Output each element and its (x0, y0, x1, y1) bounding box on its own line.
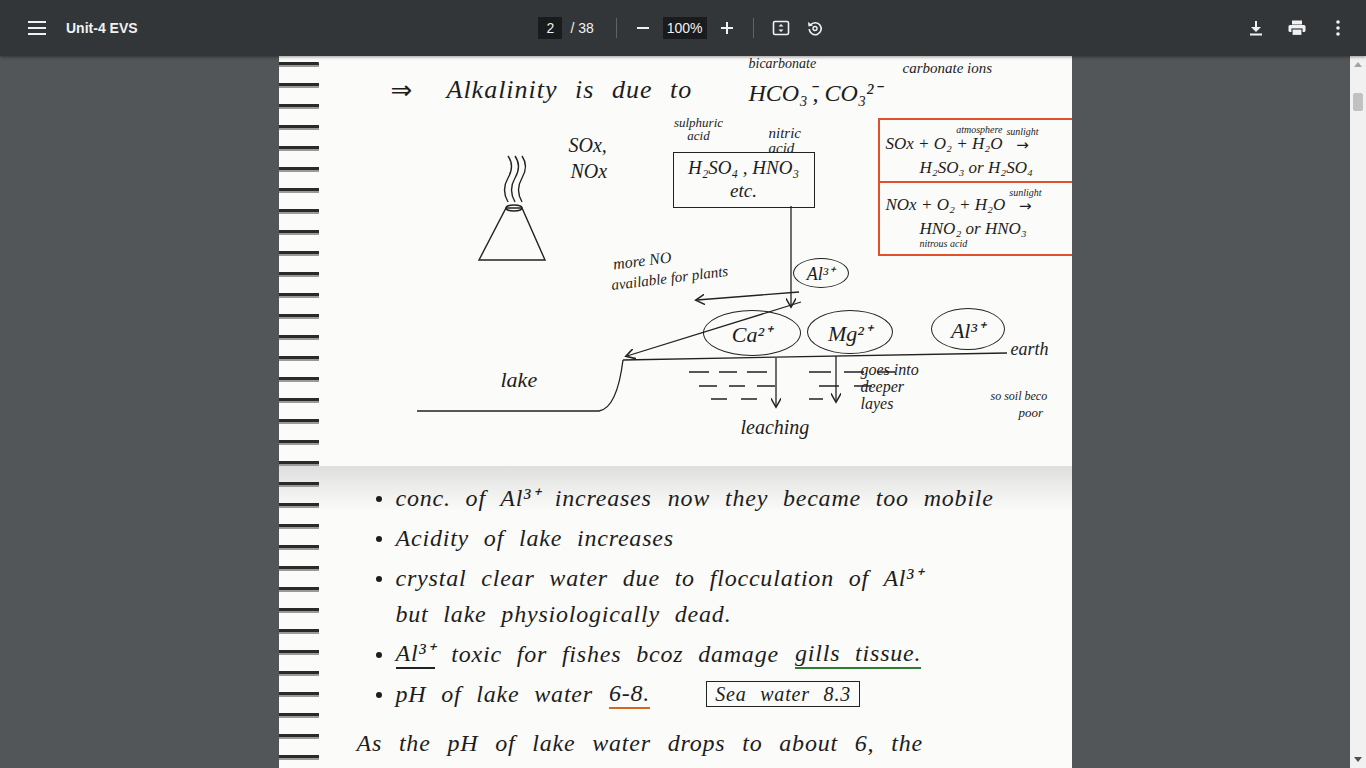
more-icon (1336, 20, 1340, 36)
diagram-label: leaching (741, 416, 810, 438)
diagram-label: ⇒ (391, 76, 413, 105)
diagram-label: carbonate ions (903, 60, 993, 77)
bullet-item: pH of lake water 6-8. Sea water 8.3 (376, 676, 1072, 712)
text-segment: 6-8. (609, 679, 650, 710)
bullet-item: Al³⁺ toxic for fishes bcoz damage gills ti… (376, 636, 1072, 672)
equation-note: atmosphere (956, 124, 1002, 135)
document-canvas: ⇒ Alkalinity is due to bicarbonate HCO₃⁻, C… (0, 56, 1350, 768)
divider (616, 18, 617, 38)
text-segment: toxic for fishes bcoz damage (451, 640, 779, 669)
ion-circle: Al³⁺ (793, 258, 849, 288)
page-count: / 38 (570, 20, 593, 36)
acids-box: H₂SO₄ , HNO₃etc. (673, 152, 815, 208)
acids-text: H₂SO₄ , HNO₃ (688, 157, 799, 180)
zoom-out-button[interactable] (631, 17, 655, 39)
acid-rain-diagram: ⇒ Alkalinity is due to bicarbonate HCO₃⁻, C… (279, 56, 1072, 466)
diagram-label: NOx (571, 160, 608, 182)
paragraph-line: As the pH of lake water drops to about 6… (279, 730, 1072, 757)
text-segment: gills tissue. (795, 639, 921, 670)
zoom-field[interactable]: 100% (663, 17, 707, 39)
diagram-label: earth (1011, 340, 1049, 360)
ion-circle: Mg²⁺ (807, 310, 893, 354)
products-note: nitrous acid (920, 238, 1068, 250)
reaction-arrow: sunlight → (1009, 187, 1041, 215)
diagram-label: Alkalinity is due to (447, 76, 693, 105)
document-title: Unit-4 EVS (66, 20, 138, 36)
bullet-dot (376, 496, 382, 502)
scroll-up-icon[interactable] (1354, 62, 1362, 67)
bullet-list: conc. of Al³⁺ increases now they became t… (279, 466, 1072, 712)
acids-etc: etc. (730, 180, 757, 203)
diagram-label: so soil beco (991, 390, 1048, 403)
equation-box: atmosphere SOx + O₂ + H₂Osunlight →H₂SO₃… (878, 118, 1072, 256)
fit-page-icon (772, 19, 790, 37)
diagram-label: HCO₃⁻ (749, 80, 816, 106)
diagram-label: more NO (612, 248, 672, 273)
text-segment: now they became too mobile (668, 484, 994, 513)
more-button[interactable] (1326, 16, 1350, 40)
arrow-note: sunlight (1006, 126, 1038, 137)
bullet-dot (376, 652, 382, 658)
minus-icon (636, 21, 650, 35)
download-icon (1248, 20, 1264, 36)
diagram-label: lake (501, 368, 538, 392)
diagram-label: poor (1019, 406, 1044, 420)
spiral-binding (279, 56, 319, 768)
fit-page-button[interactable] (768, 15, 794, 41)
divider (753, 18, 754, 38)
reactants: NOx + O₂ + H₂O (886, 196, 1006, 215)
text-segment: crystal clear water due to flocculation … (396, 564, 924, 593)
zoom-in-button[interactable] (715, 17, 739, 39)
text-segment: Acidity of lake increases (396, 524, 674, 553)
bullet-dot (376, 536, 382, 542)
diagram-label: , CO₃²⁻ (813, 80, 882, 106)
diagram-label: sulphuric acid (671, 116, 727, 142)
products: H₂SO₃ or H₂SO₄ (886, 158, 1068, 178)
text-segment: Al³⁺ (396, 639, 436, 670)
volcano-icon (479, 156, 545, 260)
pdf-viewer: Unit-4 EVS / 38 100% ⇒ Alkalinity is due to b… (0, 0, 1366, 768)
page: ⇒ Alkalinity is due to bicarbonate HCO₃⁻, C… (279, 56, 1072, 768)
scroll-down-icon[interactable] (1354, 757, 1362, 762)
menu-button[interactable] (24, 17, 50, 39)
plus-icon (720, 21, 734, 35)
bullet-dot (376, 692, 382, 698)
ion-circle: Ca²⁺ (703, 310, 801, 356)
text-segment: but lake physiologically dead. (396, 600, 732, 629)
reactants: atmosphere SOx + O₂ + H₂O (886, 124, 1003, 154)
reaction-arrow: sunlight → (1006, 126, 1038, 154)
text-segment: conc. of Al³⁺ increases (396, 484, 652, 513)
menu-icon (28, 21, 46, 35)
text-segment: pH of lake water (396, 680, 593, 709)
bullet-item: conc. of Al³⁺ increases now they became t… (376, 480, 1072, 516)
scrollbar[interactable] (1350, 56, 1366, 768)
ion-circle: Al³⁺ (931, 308, 1005, 350)
diagram-label: SOx, (569, 134, 607, 156)
equation: NOx + O₂ + H₂Osunlight → HNO₂ or HNO₃ nit… (880, 181, 1072, 254)
rotate-button[interactable] (802, 15, 828, 41)
download-button[interactable] (1244, 16, 1268, 40)
toolbar: Unit-4 EVS / 38 100% (0, 0, 1366, 56)
rotate-icon (806, 19, 824, 37)
text-segment: Sea water 8.3 (706, 681, 860, 707)
scroll-thumb[interactable] (1353, 93, 1363, 111)
products: HNO₂ or HNO₃ nitrous acid (886, 219, 1068, 250)
bullet-dot (376, 576, 382, 582)
diagram-label: goes into deeper layes (861, 362, 937, 412)
diagram-label: bicarbonate (749, 56, 817, 71)
arrow-note: sunlight (1009, 187, 1041, 198)
print-icon (1288, 20, 1306, 36)
print-button[interactable] (1284, 16, 1310, 40)
page-input[interactable] (538, 17, 562, 39)
equation: atmosphere SOx + O₂ + H₂Osunlight → H₂SO₃… (880, 120, 1072, 181)
bullet-item: crystal clear water due to flocculation … (376, 560, 1072, 632)
bullet-item: Acidity of lake increases (376, 520, 1072, 556)
